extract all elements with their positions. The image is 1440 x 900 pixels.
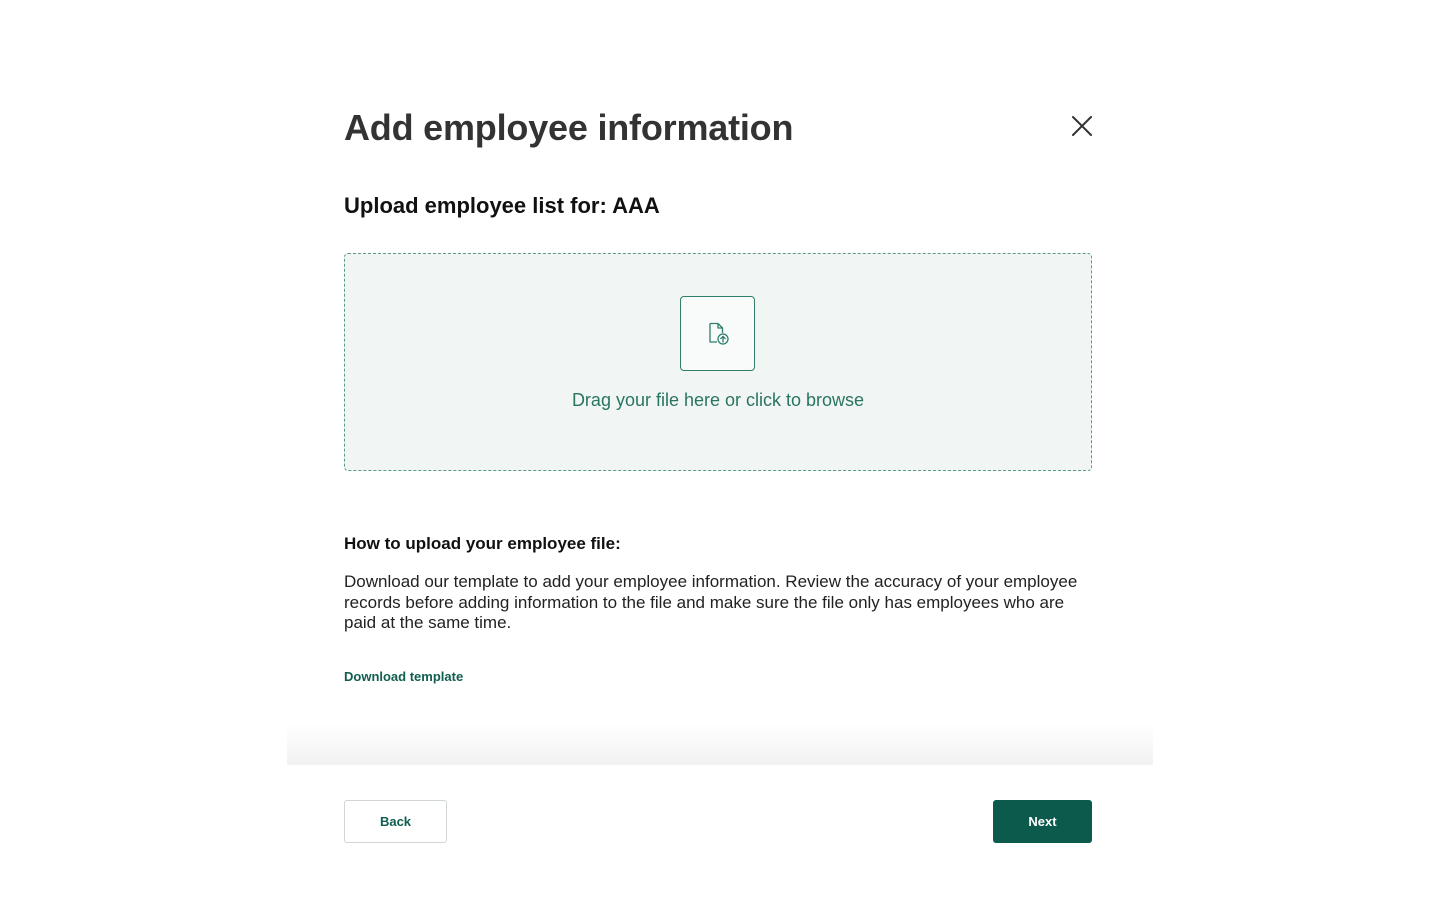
close-button[interactable] [1068,112,1096,140]
howto-body: Download our template to add your employ… [344,572,1078,632]
upload-icon-box[interactable] [680,296,755,371]
file-dropzone[interactable]: Drag your file here or click to browse [344,253,1092,471]
modal-header: Add employee information [344,104,1096,154]
page: Add employee information Upload employee… [0,0,1440,900]
footer-divider-shadow [287,724,1153,765]
download-template-link[interactable]: Download template [344,668,463,686]
add-employee-modal: Add employee information Upload employee… [287,0,1153,900]
modal-footer: Back Next [287,765,1153,900]
next-button[interactable]: Next [993,800,1092,843]
howto-title: How to upload your employee file: [344,534,621,553]
file-upload-icon [708,322,729,345]
dropzone-instruction: Drag your file here or click to browse [571,390,865,410]
close-icon [1072,116,1092,136]
upload-section-title: Upload employee list for: AAA [344,193,660,218]
back-button[interactable]: Back [344,800,447,843]
page-title: Add employee information [344,107,794,148]
